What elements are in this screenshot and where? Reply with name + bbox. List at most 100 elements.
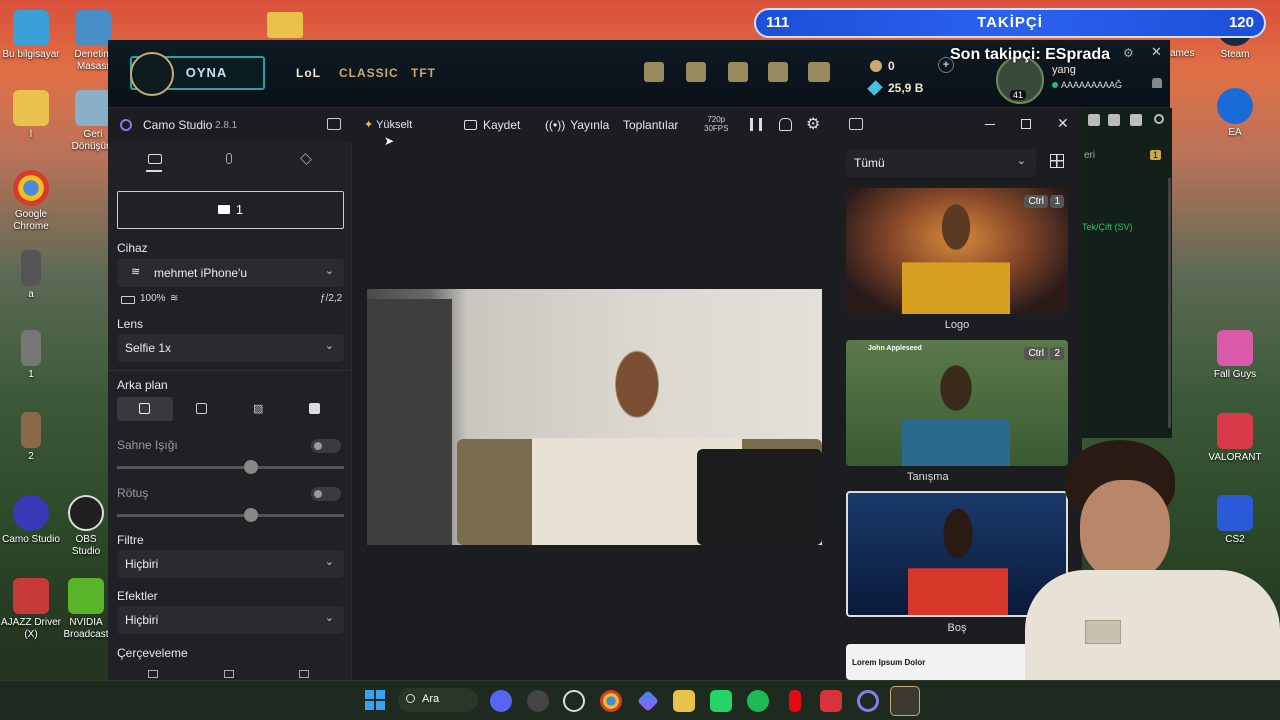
taskbar-search[interactable]: Ara [398, 688, 478, 712]
whatsapp-taskbar-icon[interactable] [710, 690, 732, 712]
nav-tft[interactable]: TFT [411, 66, 436, 80]
lens-label: Lens [117, 317, 144, 331]
stage-light-toggle[interactable] [311, 439, 341, 453]
start-button[interactable] [365, 690, 385, 710]
riot-taskbar-icon[interactable] [820, 690, 842, 712]
scene-filter-select[interactable]: Tümü ⌄ [846, 149, 1036, 177]
meetings-button[interactable]: Toplantılar [623, 118, 678, 132]
discord-taskbar-icon[interactable] [490, 690, 512, 712]
loot-icon[interactable] [768, 62, 788, 82]
framing-option-3[interactable] [299, 670, 309, 678]
desktop-icon-ajazz[interactable]: AJAZZ Driver (X) [0, 578, 62, 641]
chat-folder-icon[interactable] [1108, 114, 1120, 126]
app-taskbar-icon[interactable] [527, 690, 549, 712]
stage-light-slider[interactable] [117, 460, 344, 474]
side-scrollbar[interactable] [1168, 178, 1171, 428]
filter-label: Filtre [117, 533, 144, 547]
chatgpt-taskbar-icon[interactable] [563, 690, 585, 712]
desktop-icon-this-pc[interactable]: Bu bilgisayar [0, 10, 62, 61]
collection-icon[interactable] [644, 62, 664, 82]
currency-icon[interactable] [808, 62, 830, 82]
camera-select-button[interactable]: 1 [117, 191, 344, 229]
chrome-icon [13, 170, 49, 206]
store-icon[interactable] [728, 62, 748, 82]
chat-add-icon[interactable] [1088, 114, 1100, 126]
folder-icon [13, 90, 49, 126]
scene-card-logo[interactable]: Ctrl 1 [846, 188, 1068, 314]
bg-hide-button[interactable]: ▨ [253, 402, 263, 415]
camera-preview[interactable] [367, 289, 822, 545]
spotify-taskbar-icon[interactable] [747, 690, 769, 712]
profile-level: 41 [1010, 90, 1027, 100]
rp-coin-icon [870, 60, 882, 72]
tab-video[interactable] [148, 154, 162, 164]
bg-blur-button[interactable] [196, 403, 207, 414]
chevron-down-icon: ⌄ [324, 265, 334, 277]
desktop-icon-ea[interactable]: EA [1205, 88, 1265, 139]
settings-gear-icon[interactable]: ⚙ [806, 114, 820, 134]
desktop-icon-nvidia[interactable]: NVIDIA Broadcast [60, 578, 112, 641]
minimize-button[interactable] [985, 124, 995, 125]
file-explorer-taskbar-icon[interactable] [673, 690, 695, 712]
desktop-icon-chrome[interactable]: Google Chrome [0, 170, 62, 233]
device-label: Cihaz [117, 241, 148, 255]
chrome-taskbar-icon[interactable] [600, 690, 622, 712]
tab-video-underline [146, 170, 162, 172]
bg-replace-button[interactable] [309, 403, 320, 414]
bg-none-button[interactable] [117, 397, 173, 421]
image-file-icon [21, 330, 41, 366]
desktop-icon-2[interactable]: 2 [0, 412, 62, 463]
framing-option-1[interactable] [148, 670, 158, 678]
record-button[interactable]: Kaydet [464, 118, 520, 132]
sidebar-toggle-icon[interactable] [327, 118, 341, 130]
resolution-badge[interactable]: 720p 30FPS [704, 115, 728, 133]
play-button[interactable]: OYNA [130, 52, 265, 96]
netflix-taskbar-icon[interactable] [789, 690, 801, 712]
broadcast-icon: ((•)) [545, 118, 566, 132]
nav-lol[interactable]: LoL [296, 66, 321, 80]
desktop-icon-fall-guys[interactable]: Fall Guys [1205, 330, 1265, 381]
friend-name: yang [1052, 64, 1076, 76]
chat-list-icon[interactable] [1130, 114, 1142, 126]
ranked-icon[interactable] [686, 62, 706, 82]
camo-icon [13, 495, 49, 531]
effects-select[interactable]: Hiçbiri ⌄ [117, 606, 344, 634]
tab-layers[interactable] [300, 153, 312, 165]
notification-icon[interactable] [779, 118, 792, 131]
desktop-icon-obs[interactable]: OBS Studio [60, 495, 112, 558]
filter-select[interactable]: Hiçbiri ⌄ [117, 550, 344, 578]
grid-view-icon[interactable] [1050, 154, 1064, 168]
right-panel-toggle-icon[interactable] [849, 118, 863, 130]
nav-classic[interactable]: CLASSIC [339, 66, 399, 80]
close-button[interactable]: ✕ [1057, 115, 1069, 132]
pause-icon[interactable] [750, 118, 762, 131]
framing-option-2[interactable] [224, 670, 234, 678]
camo-taskbar-icon[interactable] [857, 690, 879, 712]
friend-status: AAAAAAAAAĞ [1052, 80, 1122, 90]
lol-settings-icon[interactable]: ⚙ [1123, 46, 1134, 60]
upgrade-button[interactable]: ✦ Yükselt [364, 118, 412, 131]
desktop-icon-folder[interactable]: l [0, 90, 62, 141]
lens-select[interactable]: Selfie 1x ⌄ [117, 334, 344, 362]
ea-icon [1217, 88, 1253, 124]
maximize-button[interactable] [1021, 119, 1031, 129]
person-icon [139, 403, 150, 414]
desktop-icon-a[interactable]: a [0, 250, 62, 301]
slider-knob [244, 508, 258, 522]
lol-close-icon[interactable]: ✕ [1151, 44, 1162, 60]
desktop-icon-1[interactable]: 1 [0, 330, 62, 381]
background-label: Arka plan [117, 378, 168, 392]
desktop-folder-top[interactable] [267, 12, 303, 38]
stream-button[interactable]: ((•)) Yayınla [545, 118, 609, 132]
retouch-toggle[interactable] [311, 487, 341, 501]
notification-bell-icon[interactable] [1152, 78, 1162, 88]
mouse-cursor: ➤ [384, 134, 395, 148]
scene-person [902, 362, 1010, 466]
retouch-slider[interactable] [117, 508, 344, 522]
tab-audio[interactable] [226, 153, 232, 164]
chat-search-icon[interactable] [1154, 114, 1164, 124]
lol-taskbar-icon[interactable] [890, 686, 920, 716]
side-panel-toolbar [1082, 114, 1172, 132]
desktop-icon-camo-studio[interactable]: Camo Studio [0, 495, 62, 546]
device-select[interactable]: ≋ mehmet iPhone'u ⌄ [117, 259, 344, 287]
